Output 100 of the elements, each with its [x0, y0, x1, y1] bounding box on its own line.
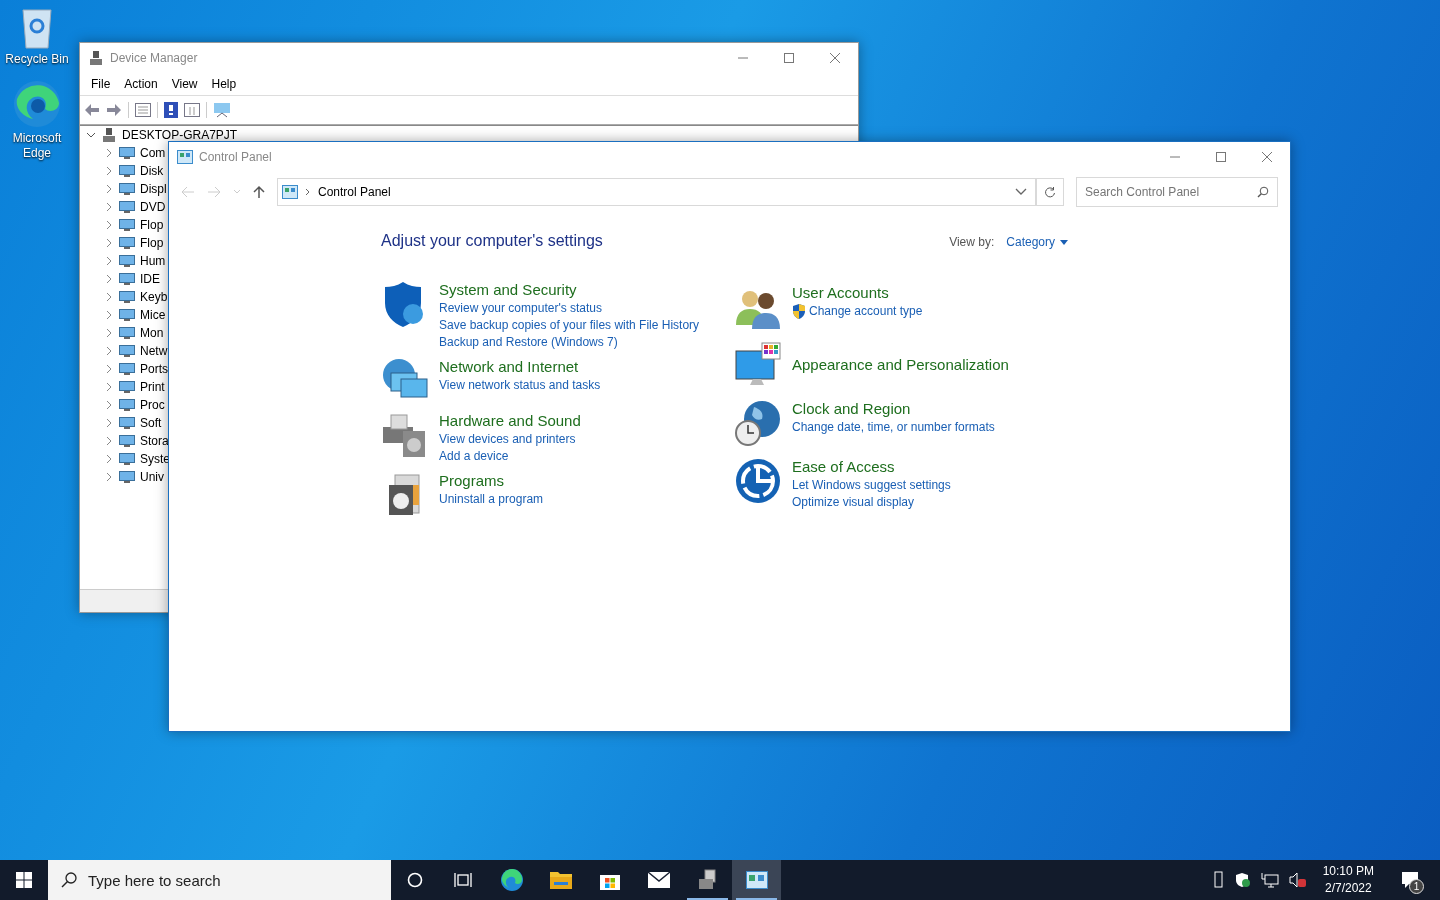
chevron-right-icon[interactable]	[104, 256, 114, 266]
category-link[interactable]: Programs	[439, 471, 544, 491]
mail-icon	[646, 871, 671, 889]
network-icon[interactable]	[1260, 872, 1279, 888]
panel-icon[interactable]	[184, 103, 200, 117]
usb-drive-icon[interactable]	[1212, 871, 1225, 889]
close-icon[interactable]	[1261, 151, 1273, 163]
category-link[interactable]: User Accounts	[792, 283, 923, 303]
forward-arrow-icon[interactable]	[106, 103, 122, 117]
refresh-button[interactable]	[1036, 178, 1064, 206]
task-link[interactable]: Backup and Restore (Windows 7)	[439, 334, 618, 351]
task-link[interactable]: Optimize visual display	[792, 494, 915, 511]
view-by-dropdown[interactable]: Category	[1006, 235, 1068, 249]
chevron-right-icon[interactable]	[104, 382, 114, 392]
menu-item[interactable]: Help	[204, 75, 244, 93]
tree-item[interactable]: DESKTOP-GRA7PJT	[122, 128, 238, 142]
tree-item[interactable]: Proc	[140, 398, 165, 412]
maximize-icon[interactable]	[1215, 151, 1227, 163]
circle-icon	[407, 872, 423, 888]
up-arrow-icon[interactable]	[253, 185, 265, 199]
chevron-right-icon[interactable]	[104, 436, 114, 446]
task-link[interactable]: Review your computer's status	[439, 300, 603, 317]
chevron-right-icon[interactable]	[104, 184, 114, 194]
task-link[interactable]: Add a device	[439, 448, 509, 465]
menu-item[interactable]: File	[84, 75, 118, 93]
menu-item[interactable]: Action	[117, 75, 165, 93]
chevron-right-icon[interactable]	[104, 454, 114, 464]
tree-item[interactable]: Ports	[140, 362, 168, 376]
tree-item[interactable]: Keyb	[140, 290, 168, 304]
accessibility-icon[interactable]	[734, 457, 782, 505]
address-bar[interactable]: Control Panel	[277, 178, 1036, 206]
tree-item[interactable]: Mice	[140, 308, 166, 322]
category-link[interactable]: Appearance and Personalization	[792, 355, 1009, 375]
chevron-down-icon[interactable]	[1015, 188, 1027, 196]
desktop-icon-label[interactable]: Recycle Bin	[2, 52, 72, 67]
tree-item[interactable]: Disk	[140, 164, 164, 178]
chevron-right-icon[interactable]	[104, 472, 114, 482]
tree-item[interactable]: Soft	[140, 416, 162, 430]
task-link[interactable]: Let Windows suggest settings	[792, 477, 951, 494]
category-link[interactable]: Ease of Access	[792, 457, 951, 477]
menu-item[interactable]: View	[164, 75, 205, 93]
category-link[interactable]: Network and Internet	[439, 357, 601, 377]
chevron-right-icon[interactable]	[104, 364, 114, 374]
tree-item[interactable]: Mon	[140, 326, 164, 340]
category-link[interactable]: System and Security	[439, 280, 700, 300]
chevron-right-icon[interactable]	[104, 202, 114, 212]
tree-item[interactable]: Print	[140, 380, 165, 394]
task-link[interactable]: View network status and tasks	[439, 377, 601, 394]
maximize-icon[interactable]	[783, 52, 795, 64]
monitor-icon[interactable]	[213, 102, 231, 118]
chevron-right-icon[interactable]	[104, 328, 114, 338]
tree-item[interactable]: Syste	[140, 452, 170, 466]
notifications-button[interactable]: 1	[1390, 860, 1430, 900]
tree-item[interactable]: Displ	[140, 182, 167, 196]
computer-icon	[101, 127, 117, 143]
properties-icon[interactable]	[135, 103, 151, 117]
tree-item[interactable]: Flop	[140, 236, 164, 250]
chevron-right-icon[interactable]	[104, 400, 114, 410]
device-icon	[119, 254, 135, 268]
speaker-muted-icon[interactable]	[1288, 872, 1307, 888]
task-link[interactable]: View devices and printers	[439, 431, 576, 448]
task-link[interactable]: Change date, time, or number formats	[792, 419, 995, 436]
security-shield-icon[interactable]	[1234, 872, 1251, 888]
browser-icon[interactable]	[12, 79, 62, 129]
view-by-label: View by:	[949, 235, 995, 249]
category-link[interactable]: Clock and Region	[792, 399, 995, 419]
tree-item[interactable]: DVD	[140, 200, 166, 214]
chevron-right-icon[interactable]	[104, 310, 114, 320]
task-link[interactable]: Change account type	[809, 303, 923, 320]
breadcrumb[interactable]: Control Panel	[318, 185, 391, 199]
search-field[interactable]: Search Control Panel	[1076, 177, 1278, 207]
tree-item[interactable]: Univ	[140, 470, 164, 484]
task-link[interactable]: Uninstall a program	[439, 491, 544, 508]
tree-item[interactable]: Flop	[140, 218, 164, 232]
tree-item[interactable]: Stora	[140, 434, 169, 448]
chevron-right-icon[interactable]	[104, 346, 114, 356]
back-arrow-icon[interactable]	[84, 103, 100, 117]
chevron-right-icon	[305, 188, 311, 196]
chevron-right-icon[interactable]	[104, 238, 114, 248]
category-link[interactable]: Hardware and Sound	[439, 411, 581, 431]
shield-icon	[792, 304, 806, 319]
chevron-right-icon[interactable]	[104, 148, 114, 158]
device-icon	[119, 362, 135, 376]
chevron-down-icon[interactable]	[86, 130, 96, 140]
chevron-right-icon[interactable]	[104, 220, 114, 230]
task-link[interactable]: Save backup copies of your files with File History	[439, 317, 700, 334]
tree-item[interactable]: Hum	[140, 254, 166, 268]
taskbar-app-button[interactable]	[732, 860, 781, 900]
tree-item[interactable]: Netw	[140, 344, 168, 358]
chevron-right-icon[interactable]	[104, 418, 114, 428]
desktop-icon-label[interactable]: Microsoft Edge	[2, 131, 72, 161]
chevron-right-icon[interactable]	[104, 292, 114, 302]
chevron-right-icon[interactable]	[104, 274, 114, 284]
taskbar-search-field[interactable]: Type here to search	[48, 860, 391, 900]
globe-clock-icon[interactable]	[734, 399, 782, 447]
close-icon[interactable]	[829, 52, 841, 64]
chevron-right-icon[interactable]	[104, 166, 114, 176]
tree-item[interactable]: Com	[140, 146, 166, 160]
tree-item[interactable]: IDE	[140, 272, 160, 286]
clock[interactable]: 10:10 PM 2/7/2022	[1316, 863, 1380, 897]
